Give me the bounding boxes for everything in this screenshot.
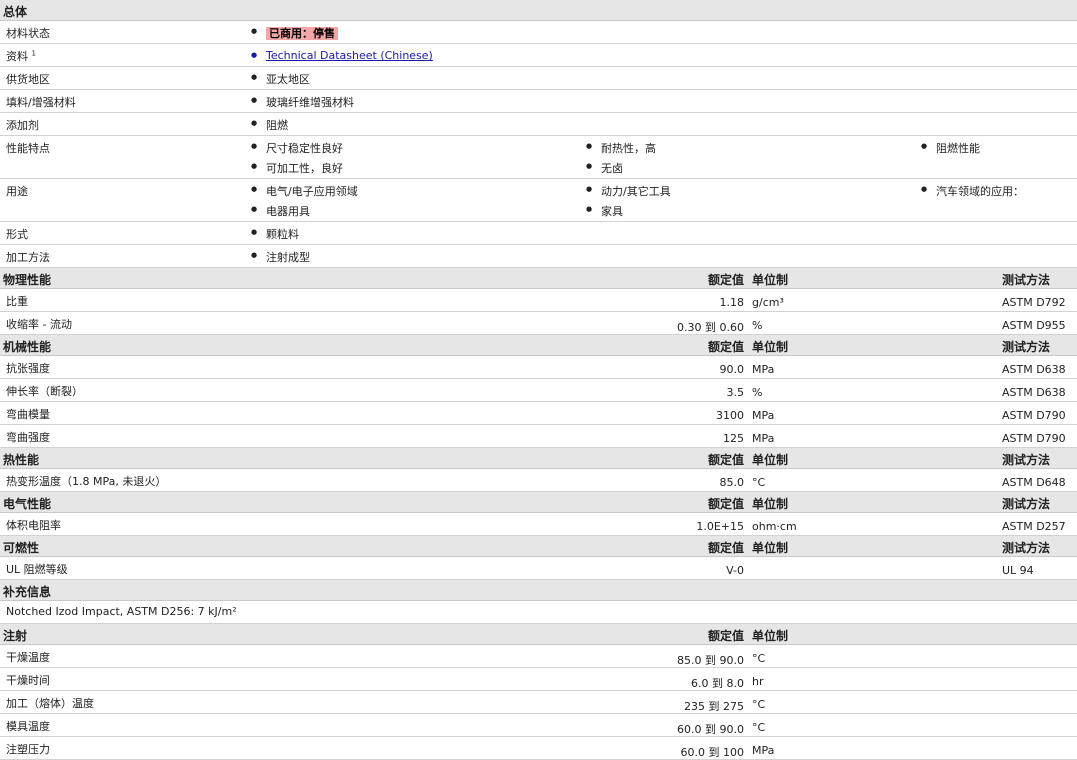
table-row: 比重 1.18 g/cm³ ASTM D792 [0,289,1077,312]
table-row: 收缩率 - 流动 0.30 到 0.60% ASTM D955 [0,312,1077,335]
table-row: 加工（熔体）温度 235 到 275 °C [0,691,1077,714]
section-header-injection: 注射 额定值 单位制 [0,624,1077,645]
general-row-form: 形式 颗粒料 [0,222,1077,245]
table-row: 注塑压力 60.0 到 100 MPa [0,737,1077,760]
section-header-general: 总体 [0,0,1077,21]
datasheet-link[interactable]: Technical Datasheet (Chinese) [251,49,433,62]
status-badge: 已商用：停售 [251,25,338,41]
section-header-mechanical: 机械性能 额定值 单位制 测试方法 [0,335,1077,356]
table-row: 热变形温度（1.8 MPa, 未退火） 85.0 °C ASTM D648 [0,469,1077,492]
supplementary-note: Notched Izod Impact, ASTM D256: 7 kJ/m² [0,601,1077,624]
table-row: 体积电阻率 1.0E+15 ohm·cm ASTM D257 [0,513,1077,536]
general-row-additive: 添加剂 阻燃 [0,113,1077,136]
section-header-electrical: 电气性能 额定值 单位制 测试方法 [0,492,1077,513]
general-row-status: 材料状态 已商用：停售 [0,21,1077,44]
table-row: 干燥温度 85.0 到 90.0 °C [0,645,1077,668]
general-row-docs: 资料 1 Technical Datasheet (Chinese) [0,44,1077,67]
table-row: 弯曲强度 125 MPa ASTM D790 [0,425,1077,448]
table-row: 伸长率（断裂） 3.5% ASTM D638 [0,379,1077,402]
general-row-region: 供货地区 亚太地区 [0,67,1077,90]
section-header-physical: 物理性能 额定值 单位制 测试方法 [0,268,1077,289]
section-header-supplementary: 补充信息 [0,580,1077,601]
table-row: 干燥时间 6.0 到 8.0 hr [0,668,1077,691]
table-row: UL 阻燃等级 V-0 UL 94 [0,557,1077,580]
general-row-features: 性能特点 尺寸稳定性良好 耐热性，高 阻燃性能 可加工性，良好 无卤 [0,136,1077,179]
table-row: 模具温度 60.0 到 90.0 °C [0,714,1077,737]
table-row: 抗张强度 90.0 MPa ASTM D638 [0,356,1077,379]
general-row-process: 加工方法 注射成型 [0,245,1077,268]
table-row: 弯曲模量 3100 MPa ASTM D790 [0,402,1077,425]
general-row-filler: 填料/增强材料 玻璃纤维增强材料 [0,90,1077,113]
section-title: 总体 [3,5,28,19]
general-row-uses: 用途 电气/电子应用领域 动力/其它工具 汽车领域的应用： 电器用具 家具 [0,179,1077,222]
section-header-thermal: 热性能 额定值 单位制 测试方法 [0,448,1077,469]
section-header-flammability: 可燃性 额定值 单位制 测试方法 [0,536,1077,557]
